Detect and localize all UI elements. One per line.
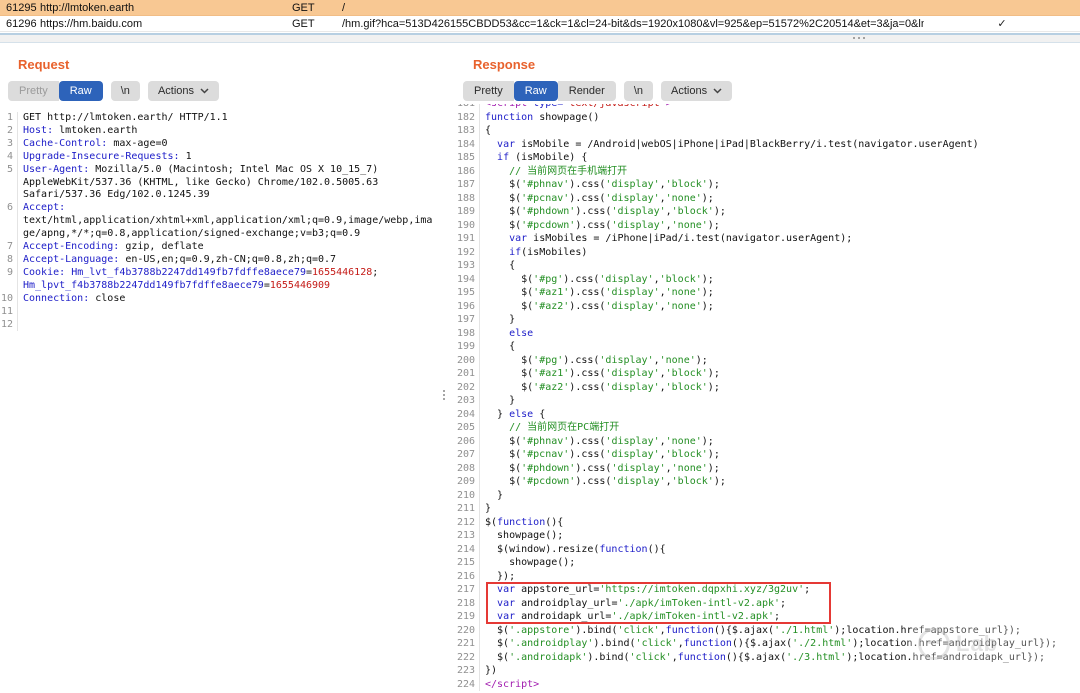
method-cell: GET	[292, 2, 342, 14]
actions-label: Actions	[158, 85, 194, 97]
request-id-cell: 61296	[0, 18, 40, 30]
code-line: 192 if(isMobiles)	[455, 246, 1080, 260]
code-line: 201 $('#az1').css('display','block');	[455, 367, 1080, 381]
request-view-tabbar: Pretty Raw \n Actions	[8, 81, 447, 101]
code-line: 188 $('#pcnav').css('display','none');	[455, 192, 1080, 206]
code-line: 3Cache-Control: max-age=0	[0, 138, 447, 151]
code-line: 7Accept-Encoding: gzip, deflate	[0, 241, 447, 254]
code-line: Safari/537.36 Edg/102.0.1245.39	[0, 189, 447, 202]
code-line: 208 $('#phdown').css('display','none');	[455, 462, 1080, 476]
tab-pretty[interactable]: Pretty	[8, 81, 59, 101]
code-line: 212$(function(){	[455, 516, 1080, 530]
code-line: 9Cookie: Hm_lvt_f4b3788b2247dd149fb7fdff…	[0, 267, 447, 280]
watermark-text: Lab	[956, 631, 998, 657]
code-line: 211}	[455, 502, 1080, 516]
code-line: 224</script>	[455, 678, 1080, 692]
code-line: 209 $('#pcdown').css('display','block');	[455, 475, 1080, 489]
request-editor[interactable]: 1GET http://lmtoken.earth/ HTTP/1.12Host…	[0, 112, 447, 331]
code-line: 217 var appstore_url='https://imtoken.dq…	[455, 583, 1080, 597]
checkmark-icon: ✓	[924, 17, 1080, 30]
code-line: 184 var isMobile = /Android|webOS|iPhone…	[455, 138, 1080, 152]
code-line: 204 } else {	[455, 408, 1080, 422]
code-line: text/html,application/xhtml+xml,applicat…	[0, 215, 447, 228]
tab-render[interactable]: Render	[558, 81, 616, 101]
request-panel: Request Pretty Raw \n Actions 1GET http:…	[0, 43, 447, 693]
watermark: Lab	[908, 620, 1058, 668]
splitter-handle-icon[interactable]	[853, 37, 865, 39]
code-line: 182function showpage()	[455, 111, 1080, 125]
code-line: 205 // 当前网页在PC端打开	[455, 421, 1080, 435]
newline-toggle-button[interactable]: \n	[624, 81, 653, 101]
code-line: 185 if (isMobile) {	[455, 151, 1080, 165]
chevron-down-icon	[200, 88, 209, 94]
code-line: 183{	[455, 124, 1080, 138]
url-cell: /hm.gif?hca=513D426155CBDD53&cc=1&ck=1&c…	[342, 18, 924, 30]
tab-raw[interactable]: Raw	[514, 81, 558, 101]
code-line: 198 else	[455, 327, 1080, 341]
response-panel: Response Pretty Raw Render \n Actions 18…	[455, 43, 1080, 693]
code-line: 2Host: lmtoken.earth	[0, 125, 447, 138]
table-row[interactable]: 61296 https://hm.baidu.com GET /hm.gif?h…	[0, 16, 1080, 32]
response-editor[interactable]: 181<script type="text/javascript">182fun…	[455, 104, 1080, 693]
code-line: 215 showpage();	[455, 556, 1080, 570]
code-line: 186 // 当前网页在手机端打开	[455, 165, 1080, 179]
code-line: 10Connection: close	[0, 293, 447, 306]
code-line: 8Accept-Language: en-US,en;q=0.9,zh-CN;q…	[0, 254, 447, 267]
code-line: 218 var androidplay_url='./apk/imToken-i…	[455, 597, 1080, 611]
code-line: 11	[0, 306, 447, 319]
actions-label: Actions	[671, 85, 707, 97]
code-line: 214 $(window).resize(function(){	[455, 543, 1080, 557]
code-line: 203 }	[455, 394, 1080, 408]
code-line: 1GET http://lmtoken.earth/ HTTP/1.1	[0, 112, 447, 125]
host-cell: http://lmtoken.earth	[40, 2, 292, 14]
code-line: 200 $('#pg').css('display','none');	[455, 354, 1080, 368]
code-line: 4Upgrade-Insecure-Requests: 1	[0, 151, 447, 164]
code-line: Hm_lpvt_f4b3788b2247dd149fb7fdffe8aece79…	[0, 280, 447, 293]
code-line: 189 $('#phdown').css('display','block');	[455, 205, 1080, 219]
code-line: 196 $('#az2').css('display','none');	[455, 300, 1080, 314]
code-line: 5User-Agent: Mozilla/5.0 (Macintosh; Int…	[0, 164, 447, 177]
chevron-down-icon	[713, 88, 722, 94]
table-row[interactable]: 61295 http://lmtoken.earth GET /	[0, 0, 1080, 16]
actions-button[interactable]: Actions	[661, 81, 732, 101]
code-line: 193 {	[455, 259, 1080, 273]
code-line: 187 $('#phnav').css('display','block');	[455, 178, 1080, 192]
actions-button[interactable]: Actions	[148, 81, 219, 101]
response-panel-title: Response	[455, 43, 1080, 72]
code-line: 12	[0, 319, 447, 332]
newline-toggle-button[interactable]: \n	[111, 81, 140, 101]
response-view-tabbar: Pretty Raw Render \n Actions	[463, 81, 1080, 101]
code-line: 195 $('#az1').css('display','none');	[455, 286, 1080, 300]
tab-raw[interactable]: Raw	[59, 81, 103, 101]
code-line: 206 $('#phnav').css('display','none');	[455, 435, 1080, 449]
code-line: AppleWebKit/537.36 (KHTML, like Gecko) C…	[0, 177, 447, 190]
tab-pretty[interactable]: Pretty	[463, 81, 514, 101]
url-cell: /	[342, 2, 924, 14]
code-line: ge/apng,*/*;q=0.8,application/signed-exc…	[0, 228, 447, 241]
vertical-splitter-handle-icon[interactable]	[443, 390, 445, 400]
code-line: 197 }	[455, 313, 1080, 327]
horizontal-splitter[interactable]	[0, 33, 1080, 43]
request-id-cell: 61295	[0, 2, 40, 14]
host-cell: https://hm.baidu.com	[40, 18, 292, 30]
code-line: 191 var isMobiles = /iPhone|iPad/i.test(…	[455, 232, 1080, 246]
code-line: 210 }	[455, 489, 1080, 503]
watermark-logo-icon	[918, 628, 950, 660]
code-line: 202 $('#az2').css('display','block');	[455, 381, 1080, 395]
request-panel-title: Request	[0, 43, 447, 72]
method-cell: GET	[292, 18, 342, 30]
code-line: 207 $('#pcnav').css('display','block');	[455, 448, 1080, 462]
code-line: 213 showpage();	[455, 529, 1080, 543]
code-line: 216 });	[455, 570, 1080, 584]
code-line: 194 $('#pg').css('display','block');	[455, 273, 1080, 287]
http-history-table: 61295 http://lmtoken.earth GET / 61296 h…	[0, 0, 1080, 32]
code-line: 190 $('#pcdown').css('display','none');	[455, 219, 1080, 233]
code-line: 199 {	[455, 340, 1080, 354]
code-line: 6Accept:	[0, 202, 447, 215]
